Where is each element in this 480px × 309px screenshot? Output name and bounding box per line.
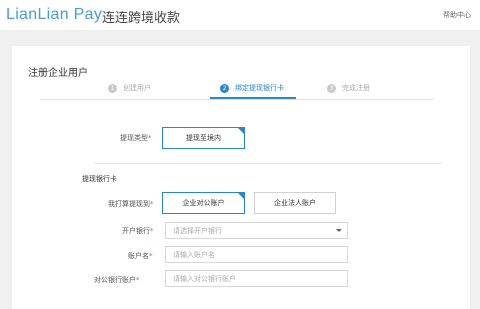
bank-card-section-title: 提现银行卡 [82,175,117,183]
corporate-account-placeholder: 请输入对公银行账户 [173,274,236,283]
withdraw-type-label: 提现类型* [120,134,152,142]
account-name-input[interactable]: 请输入账户名 [165,246,348,263]
step-number-3: 3 [327,83,336,93]
corporate-account-label: 对公银行账户* [94,276,140,284]
step-number-1: 1 [108,83,117,93]
top-header: LianLian Pay 连连跨境收款 帮助中心 [0,0,480,30]
step-label: 创建用户 [123,84,151,92]
step-number-2: 2 [220,83,229,93]
option-label: 企业对公账户 [182,199,225,207]
account-name-placeholder: 请输入账户名 [173,250,215,259]
bank-select[interactable]: 请选择开户银行 [165,222,348,239]
brand-title: 连连跨境收款 [102,11,181,26]
option-label: 企业法人账户 [274,199,316,207]
step-create-user[interactable]: 1 创建用户 [108,80,151,96]
corporate-account-option[interactable]: 企业对公账户 [162,192,245,214]
corporate-account-input[interactable]: 请输入对公银行账户 [165,270,348,287]
step-complete[interactable]: 3 完成注册 [327,80,370,96]
account-name-label: 账户名* [128,252,153,260]
section-divider [94,163,442,164]
step-label: 绑定提现银行卡 [235,84,284,92]
registration-card: 注册企业用户 1 创建用户 2 绑定提现银行卡 3 完成注册 提现类型* 提现至… [12,46,470,309]
selected-corner-icon [237,127,245,135]
step-label: 完成注册 [342,84,370,92]
logo-pay-text: Pay [68,6,103,23]
help-center-link[interactable]: 帮助中心 [443,10,471,20]
bank-label: 开户银行* [122,227,154,235]
withdraw-domestic-option[interactable]: 提现至境内 [162,127,245,149]
step-progress: 1 创建用户 2 绑定提现银行卡 3 完成注册 [40,79,434,100]
legal-person-account-option[interactable]: 企业法人账户 [254,192,336,214]
active-step-underline [210,97,296,99]
selected-corner-icon [237,192,245,200]
bank-select-placeholder: 请选择开户银行 [173,226,222,235]
step-bind-bank-card[interactable]: 2 绑定提现银行卡 [220,80,284,96]
page-title: 注册企业用户 [28,68,88,79]
chevron-down-icon [336,229,342,232]
withdraw-target-label: 我打算提现到* [108,200,154,208]
logo-text: LianLian [6,6,69,23]
option-label: 提现至境内 [186,134,221,142]
lianlian-pay-logo[interactable]: LianLian Pay [6,6,102,24]
